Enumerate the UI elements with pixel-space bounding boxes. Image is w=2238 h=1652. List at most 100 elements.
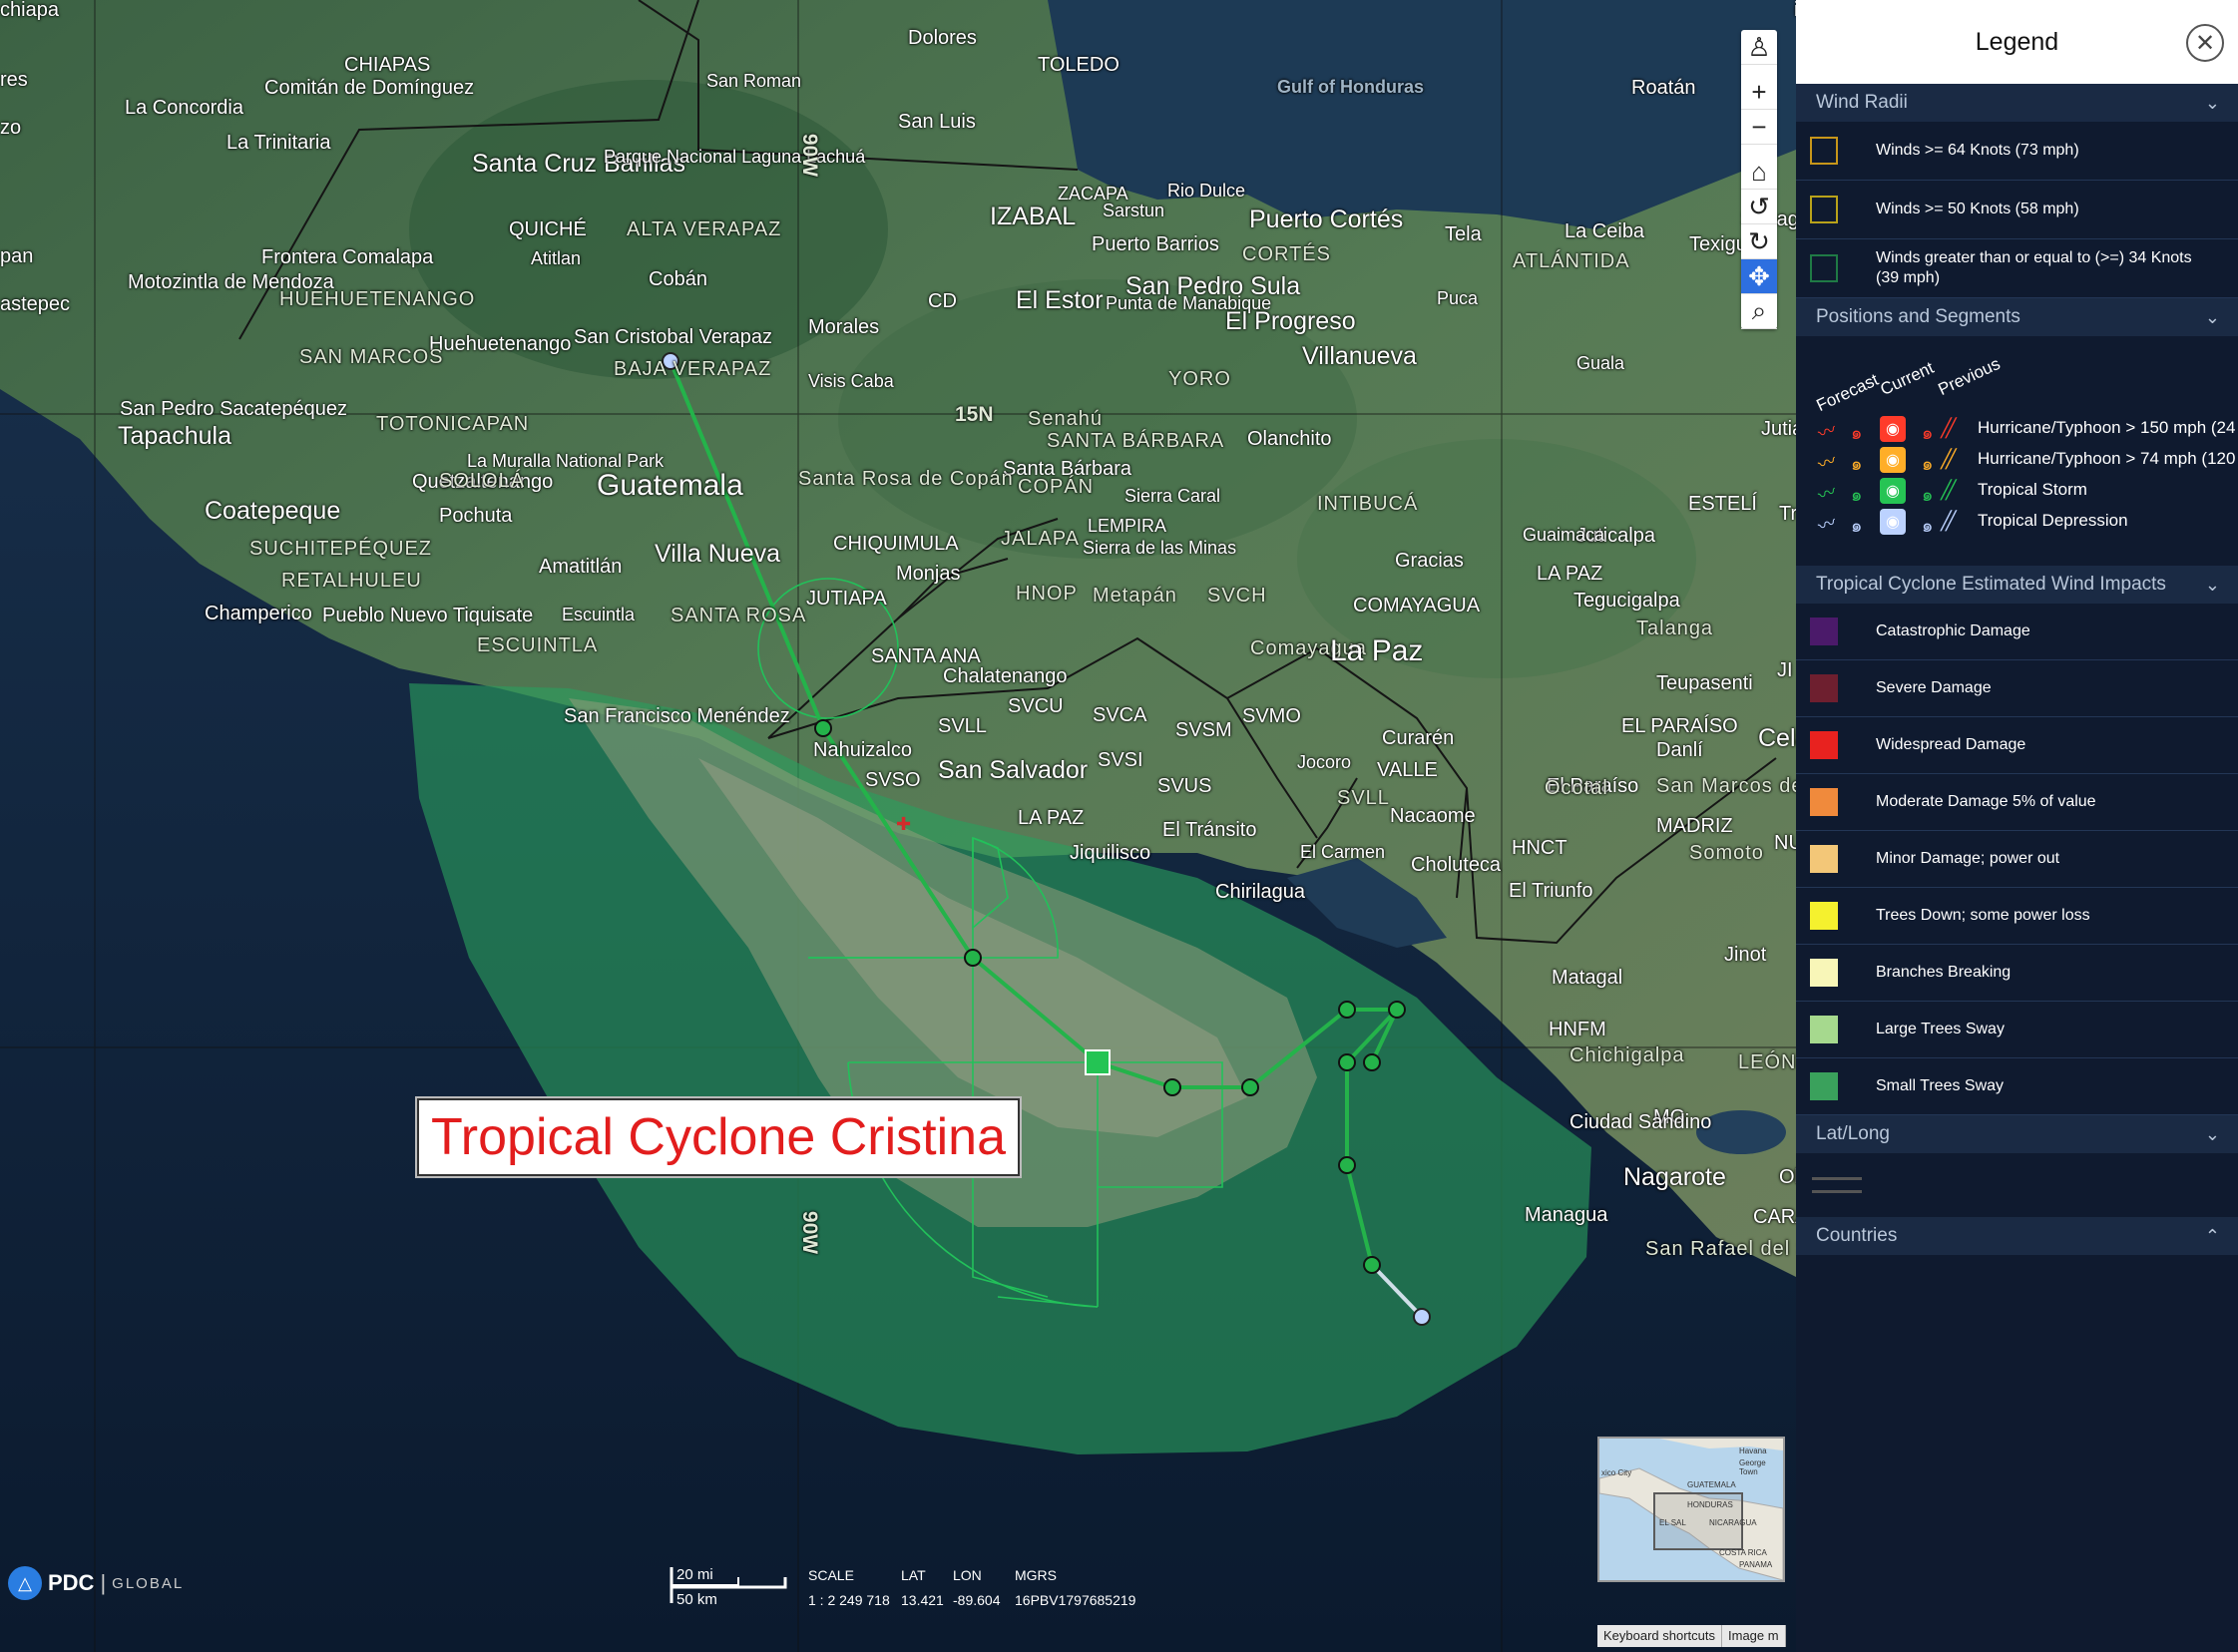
minimap-label: Havana: [1739, 1446, 1767, 1455]
position-label: Tropical Depression: [1978, 511, 2128, 530]
wind-impact-row: Trees Down; some power loss: [1796, 888, 2238, 945]
current-position-marker: [1085, 1049, 1111, 1075]
home-button[interactable]: ⌂: [1741, 155, 1777, 190]
current-position-icon: ◉: [1880, 447, 1906, 473]
place-label: Sierra Caral: [1124, 486, 1221, 506]
section-countries[interactable]: Countries ⌃: [1796, 1217, 2238, 1255]
place-label: Parque Nacional Laguna Lachuá: [604, 147, 866, 167]
place-label: Curarén: [1382, 727, 1455, 749]
map-canvas[interactable]: ✚ Dolores TOLEDO San Luis San Roman CHIAPAS C…: [0, 0, 1796, 1652]
wind-impact-swatch: [1810, 1072, 1838, 1100]
place-label: Roatán: [1631, 77, 1696, 99]
place-label: Puerto Barrios: [1092, 233, 1219, 255]
wind-impact-swatch: [1810, 788, 1838, 816]
place-label: INTIBUCÁ: [1317, 493, 1419, 515]
wind-impact-row: Widespread Damage: [1796, 717, 2238, 774]
street-view-button[interactable]: ♙: [1741, 30, 1777, 65]
pdc-logo-icon: △: [8, 1566, 42, 1600]
section-title: Wind Radii: [1816, 92, 1908, 113]
place-label: Puca: [1437, 288, 1479, 308]
place-label: JUTIAPA: [806, 588, 887, 610]
latlong-swatch: [1796, 1153, 2238, 1217]
wind-impact-label: Large Trees Sway: [1876, 1021, 2005, 1037]
current-position-icon: ◉: [1880, 509, 1906, 535]
grid-label-lon-south: 90W: [798, 1210, 822, 1255]
place-label: Somoto: [1689, 842, 1764, 864]
current-position-icon: ◉: [1880, 478, 1906, 504]
wind-radii-row: Winds greater than or equal to (>=) 34 K…: [1796, 239, 2238, 298]
positions-legend: Forecast Current Previous 〰︎ ๑ ◉ ๑ ╱╱ Hurrica…: [1796, 336, 2238, 566]
wind-impact-label: Small Trees Sway: [1876, 1077, 2005, 1094]
minimap-label: HONDURAS: [1687, 1500, 1733, 1509]
section-latlong[interactable]: Lat/Long ⌄: [1796, 1115, 2238, 1153]
place-label: San Rafael del Sur: [1645, 1238, 1796, 1260]
previous-segment-icon: ╱╱: [1941, 480, 1957, 500]
place-label: TOTONICAPAN: [376, 413, 530, 435]
place-label: Choluteca: [1411, 854, 1502, 876]
forecast-position-icon: ๑: [1851, 516, 1863, 536]
pan-button[interactable]: ✥: [1741, 259, 1777, 294]
chevron-down-icon: ⌄: [2204, 574, 2220, 595]
place-label: Cobán: [649, 268, 707, 290]
place-label: Ciudad Sandino: [1569, 1111, 1712, 1133]
close-icon[interactable]: ✕: [2186, 24, 2224, 62]
place-label: Santa Rosa de Copán: [798, 468, 1014, 490]
minimap-label: xico City: [1601, 1468, 1632, 1477]
rotate-right-button[interactable]: ↻: [1741, 224, 1777, 259]
place-label: CORTÉS: [1242, 243, 1331, 265]
wind-impact-row: Minor Damage; power out: [1796, 831, 2238, 888]
map-toolbar: ♙ + − ⌂ ↺ ↻ ✥ ⌕: [1741, 30, 1777, 329]
section-wind-radii[interactable]: Wind Radii ⌄: [1796, 84, 2238, 122]
place-label: ESTELÍ: [1688, 493, 1757, 515]
section-wind-impacts[interactable]: Tropical Cyclone Estimated Wind Impacts …: [1796, 566, 2238, 604]
place-label: RETALHULEU: [281, 570, 422, 592]
legend-panel: Legend ✕ Wind Radii ⌄ Winds >= 64 Knots …: [1796, 0, 2238, 1652]
place-label: Villa Nueva: [655, 540, 781, 568]
place-label: Tela: [1445, 223, 1482, 245]
place-label: La Concordia: [125, 97, 243, 119]
header-previous: Previous: [1935, 353, 2004, 400]
place-label: San Pedro Sacatepéquez: [120, 398, 347, 420]
overview-minimap[interactable]: xico City Havana George Town GUATEMALA HONDU…: [1597, 1437, 1785, 1582]
place-label: Frontera Comalapa: [261, 246, 434, 268]
grid-label-lon-north: 90W: [798, 133, 822, 178]
zoom-box-button[interactable]: ⌕: [1741, 294, 1777, 329]
place-label: San Francisco Menéndez: [564, 705, 790, 727]
place-label: Pochuta: [439, 505, 513, 527]
place-label: Jutiapa: [1761, 418, 1796, 440]
wind-impact-swatch: [1810, 1016, 1838, 1043]
previous-position-icon: ๑: [1922, 454, 1934, 474]
legend-header: Legend ✕: [1796, 0, 2238, 84]
place-label: Morales: [808, 316, 880, 338]
wind-impact-row: Severe Damage: [1796, 660, 2238, 717]
imagery-attribution[interactable]: Image m: [1722, 1625, 1786, 1647]
rotate-right-icon: ↻: [1748, 225, 1770, 256]
place-label: Chalatenango: [943, 665, 1068, 687]
mgrs-value: 16PBV1797685219: [1015, 1592, 1136, 1608]
wind-impact-label: Branches Breaking: [1876, 964, 2012, 981]
chevron-down-icon: ⌄: [2204, 1123, 2220, 1144]
keyboard-shortcuts-link[interactable]: Keyboard shortcuts: [1597, 1625, 1723, 1647]
minimap-label: George Town: [1739, 1458, 1766, 1476]
place-label: San Marcos de Colón: [1656, 775, 1796, 797]
minimap-label: EL SAL: [1659, 1518, 1686, 1527]
place-label: SVCA: [1093, 704, 1147, 726]
lon-value: -89.604: [953, 1592, 1001, 1608]
zoom-in-button[interactable]: +: [1741, 75, 1777, 110]
wind-impact-row: Large Trees Sway: [1796, 1002, 2238, 1058]
scale-miles: 20 mi: [676, 1566, 713, 1583]
map-title: Tropical Cyclone Cristina: [430, 1108, 1007, 1166]
section-positions[interactable]: Positions and Segments ⌄: [1796, 298, 2238, 336]
rotate-left-button[interactable]: ↺: [1741, 190, 1777, 224]
mgrs-label: MGRS: [1015, 1567, 1057, 1583]
wind-impact-label: Catastrophic Damage: [1876, 622, 2030, 639]
place-label: Pueblo Nuevo Tiquisate: [322, 605, 534, 626]
wind-radii-row: Winds >= 50 Knots (58 mph): [1796, 181, 2238, 239]
wind-impact-swatch: [1810, 959, 1838, 987]
place-label: Guaimaca: [1523, 525, 1605, 545]
place-label: Visis Caba: [808, 371, 894, 391]
zoom-out-button[interactable]: −: [1741, 110, 1777, 145]
previous-segment-icon: ╱╱: [1941, 449, 1957, 469]
previous-position-icon: ๑: [1922, 423, 1934, 443]
place-label: JALAPA: [1001, 528, 1080, 550]
